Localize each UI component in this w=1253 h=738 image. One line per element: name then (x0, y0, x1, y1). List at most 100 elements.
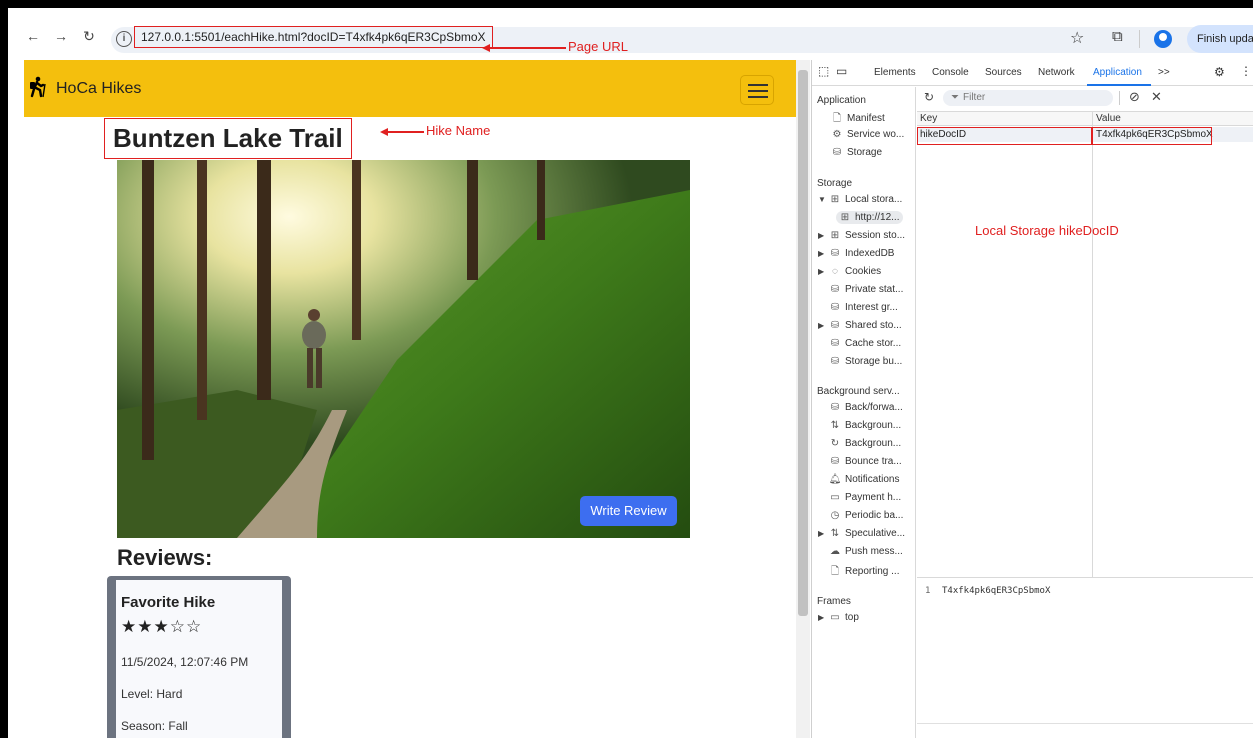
tab-application[interactable]: Application (1093, 67, 1142, 78)
database-icon: ⛁ (830, 456, 840, 467)
tab-elements[interactable]: Elements (874, 67, 916, 78)
hike-annotation-line (386, 131, 424, 133)
page-scrollbar-thumb[interactable] (798, 70, 808, 616)
sidebar-item-storage-buckets[interactable]: ⛁ Storage bu... (828, 356, 902, 367)
sidebar-item-label: Reporting ... (845, 566, 900, 577)
database-icon: ⛁ (830, 338, 840, 349)
sidebar-item-label: Bounce tra... (845, 456, 902, 467)
sidebar-item-reporting-api[interactable]: 🗋 Reporting ... (828, 564, 900, 581)
hamburger-menu-button[interactable] (740, 75, 774, 105)
toolbar-separator (1139, 30, 1140, 48)
sidebar-item-label: Interest gr... (845, 302, 898, 313)
sidebar-item-local-storage[interactable]: ▼ ⊞ Local stora... (818, 194, 902, 205)
sidebar-item-storage-overview[interactable]: ⛁ Storage (830, 147, 882, 158)
sidebar-item-shared-storage[interactable]: ▶ ⛁ Shared sto... (818, 320, 902, 331)
refresh-icon: ↻ (830, 438, 840, 449)
sync-arrows-icon: ⇅ (830, 420, 840, 431)
delete-selected-icon[interactable]: ✕ (1151, 89, 1162, 105)
sidebar-item-payment-handler[interactable]: ▭ Payment h... (828, 492, 901, 503)
sidebar-item-session-storage[interactable]: ▶ ⊞ Session sto... (818, 230, 905, 241)
sidebar-item-label: IndexedDB (845, 248, 895, 259)
sidebar-item-background-sync[interactable]: ↻ Backgroun... (828, 438, 901, 449)
database-icon: ⛁ (832, 147, 842, 158)
device-toolbar-icon[interactable]: ▭ (836, 64, 847, 78)
tab-console[interactable]: Console (932, 67, 969, 78)
reload-icon[interactable]: ↻ (80, 28, 98, 45)
review-card: Favorite Hike ★★★☆☆ 11/5/2024, 12:07:46 … (107, 576, 291, 738)
hiker-logo-icon[interactable] (26, 76, 48, 104)
collapsed-triangle-icon[interactable]: ▶ (818, 613, 828, 622)
profile-avatar[interactable] (1154, 30, 1172, 48)
collapsed-triangle-icon[interactable]: ▶ (818, 529, 828, 538)
review-date: 11/5/2024, 12:07:46 PM (121, 655, 249, 669)
devtools-sidebar: Application 🗋 Manifest ⚙ Service wo... ⛁ St… (812, 87, 916, 738)
sidebar-item-service-workers[interactable]: ⚙ Service wo... (830, 129, 905, 140)
sidebar-item-back-forward-cache[interactable]: ⛁ Back/forwa... (828, 402, 903, 413)
sidebar-item-speculative-loads[interactable]: ▶ ⇅ Speculative... (818, 528, 905, 539)
refresh-icon[interactable]: ↻ (924, 90, 934, 104)
expanded-triangle-icon[interactable]: ▼ (818, 195, 828, 204)
inspect-element-icon[interactable]: ⬚ (818, 64, 829, 78)
hike-photo (117, 160, 690, 538)
gear-icon[interactable]: ⚙ (1214, 65, 1225, 79)
forward-icon[interactable]: → (52, 28, 70, 44)
sidebar-item-cache-storage[interactable]: ⛁ Cache stor... (828, 338, 901, 349)
sidebar-item-local-origin[interactable]: ⊞ http://12... (836, 211, 904, 224)
site-info-icon[interactable]: i (116, 31, 132, 47)
sidebar-item-push-messaging[interactable]: ☁ Push mess... (828, 546, 903, 557)
section-application: Application (817, 95, 866, 106)
card-icon: ▭ (830, 492, 840, 503)
more-tabs-icon[interactable]: >> (1158, 67, 1170, 78)
sidebar-item-cookies[interactable]: ▶ ◌ Cookies (818, 266, 881, 277)
write-review-button[interactable]: Write Review (580, 496, 677, 526)
review-card-body: Favorite Hike ★★★☆☆ 11/5/2024, 12:07:46 … (116, 580, 282, 738)
preview-divider[interactable] (917, 577, 1253, 578)
web-page: HoCa Hikes Buntzen Lake Trail Write Revi… (24, 60, 799, 738)
value-column-header[interactable]: Value (1096, 113, 1121, 124)
brand-name[interactable]: HoCa Hikes (56, 80, 141, 98)
kebab-menu-icon[interactable]: ⋮ (1240, 64, 1252, 78)
sidebar-item-bounce-tracking[interactable]: ⛁ Bounce tra... (828, 456, 902, 467)
tab-network[interactable]: Network (1038, 67, 1075, 78)
sidebar-item-label: Notifications (845, 474, 900, 485)
database-icon: ⛁ (830, 302, 840, 313)
url-text[interactable]: 127.0.0.1:5501/eachHike.html?docID=T4xfk… (134, 26, 493, 48)
key-column-header[interactable]: Key (920, 113, 937, 124)
filter-input[interactable]: ⏷ Filter (943, 90, 1113, 106)
section-frames: Frames (817, 596, 851, 607)
sidebar-item-frame-top[interactable]: ▶ ▭ top (818, 612, 859, 623)
sidebar-item-label: Payment h... (845, 492, 902, 503)
sidebar-item-label: Storage bu... (845, 356, 903, 367)
storage-row-highlight (917, 127, 1212, 145)
sidebar-item-notifications[interactable]: 🔔︎ Notifications (828, 474, 900, 485)
cookie-icon: ◌ (832, 266, 838, 277)
collapsed-triangle-icon[interactable]: ▶ (818, 249, 828, 258)
tab-sources[interactable]: Sources (985, 67, 1022, 78)
clear-all-icon[interactable]: ⊘ (1129, 89, 1140, 105)
database-icon: ⛁ (830, 320, 840, 331)
back-icon[interactable]: ← (24, 28, 42, 44)
collapsed-triangle-icon[interactable]: ▶ (818, 231, 828, 240)
collapsed-triangle-icon[interactable]: ▶ (818, 267, 828, 276)
review-star-rating: ★★★☆☆ (121, 617, 203, 636)
sidebar-item-manifest[interactable]: 🗋 Manifest (830, 111, 885, 128)
sidebar-item-label: Push mess... (845, 546, 903, 557)
page-scrollbar[interactable] (796, 60, 810, 738)
sidebar-item-interest-groups[interactable]: ⛁ Interest gr... (828, 302, 898, 313)
extensions-icon[interactable]: ⧉ (1112, 28, 1123, 45)
sidebar-item-label: Shared sto... (845, 320, 902, 331)
collapsed-triangle-icon[interactable]: ▶ (818, 321, 828, 330)
sidebar-item-indexeddb[interactable]: ▶ ⛁ IndexedDB (818, 248, 894, 259)
bookmark-star-icon[interactable]: ☆ (1070, 28, 1084, 48)
sidebar-item-label: Speculative... (845, 528, 906, 539)
reviews-heading: Reviews: (117, 545, 213, 570)
sidebar-item-private-state-tokens[interactable]: ⛁ Private stat... (828, 284, 904, 295)
sidebar-item-periodic-sync[interactable]: ◷ Periodic ba... (828, 510, 904, 521)
storage-table-header: Key Value (917, 111, 1253, 126)
column-divider[interactable] (1092, 111, 1093, 577)
section-storage: Storage (817, 178, 853, 189)
finish-update-button[interactable]: Finish update (1187, 25, 1253, 53)
storage-row-highlight-divider (1091, 127, 1093, 145)
sidebar-item-background-fetch[interactable]: ⇅ Backgroun... (828, 420, 901, 431)
database-icon: ⛁ (830, 402, 840, 413)
